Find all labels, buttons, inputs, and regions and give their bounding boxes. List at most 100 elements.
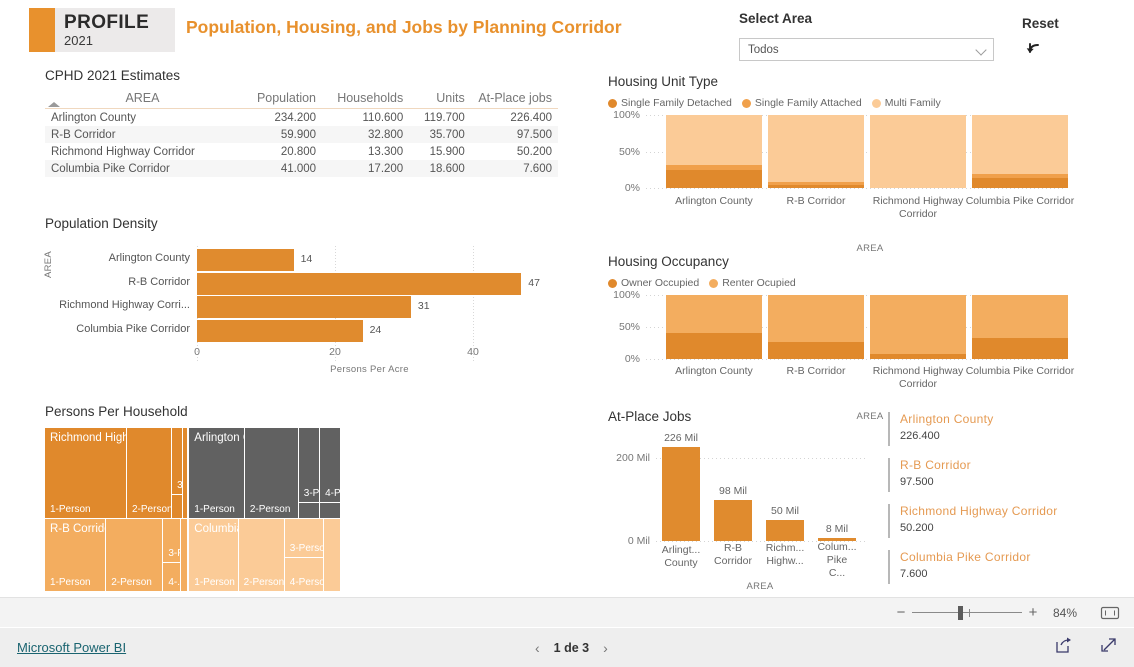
treemap-cell[interactable]: Columbia Pike Corridor 1-Person	[189, 519, 239, 592]
stack-segment[interactable]	[666, 165, 762, 170]
legend-item[interactable]: Multi Family	[871, 97, 941, 109]
column-header-jobs[interactable]: At-Place jobs	[471, 91, 558, 109]
fit-to-page-button[interactable]	[1100, 605, 1120, 621]
stacked-column[interactable]	[870, 295, 966, 359]
y-axis-tick-label: 50%	[618, 145, 640, 158]
bar-category-label: R-B Corridor	[128, 275, 190, 288]
treemap-cell[interactable]	[180, 519, 188, 592]
stack-segment[interactable]	[972, 177, 1068, 188]
fullscreen-button[interactable]	[1099, 636, 1118, 660]
stacked-column[interactable]	[870, 115, 966, 188]
stack-segment[interactable]	[666, 332, 762, 359]
zoom-out-button[interactable]: −	[892, 604, 910, 621]
stack-segment[interactable]	[972, 115, 1068, 175]
stack-segment[interactable]	[870, 353, 966, 359]
stack-segment[interactable]	[768, 115, 864, 183]
treemap-cell[interactable]: Richmond Highway Corridor 1-Person	[45, 428, 127, 520]
treemap-cell[interactable]: 2-Person	[127, 428, 173, 520]
treemap-cell[interactable]: 2-Person	[244, 428, 299, 520]
stack-segment[interactable]	[972, 337, 1068, 359]
stacked-column[interactable]	[768, 115, 864, 188]
reset-button[interactable]	[1024, 38, 1046, 60]
powerbi-link[interactable]: Microsoft Power BI	[17, 640, 126, 655]
bar-value-label: 226 Mil	[664, 431, 698, 444]
bar-fill[interactable]	[197, 272, 522, 295]
next-page-button[interactable]: ›	[603, 640, 608, 656]
bar-fill[interactable]	[197, 296, 411, 318]
stacked-column[interactable]	[972, 295, 1068, 359]
housing-occupancy-legend[interactable]: Owner Occupied Renter Ocupied	[608, 277, 1078, 289]
treemap-cell[interactable]: 3-Pe...	[298, 428, 321, 503]
stack-segment[interactable]	[768, 182, 864, 186]
bar-fill[interactable]	[197, 319, 363, 342]
share-button[interactable]	[1054, 636, 1073, 660]
stack-segment[interactable]	[666, 115, 762, 166]
bar-fill[interactable]	[197, 249, 294, 271]
treemap-cell[interactable]: 4-Person	[284, 558, 324, 592]
legend-label: Single Family Attached	[754, 97, 862, 109]
zoom-slider[interactable]	[912, 605, 1022, 620]
kpi-card[interactable]: Richmond Highway Corridor 50.200	[888, 504, 1128, 538]
stack-segment[interactable]	[870, 115, 966, 188]
housing-occupancy-visual: Housing Occupancy Owner Occupied Renter O…	[608, 254, 1078, 422]
treemap-cell[interactable]: 4-...	[163, 563, 181, 592]
treemap-cell[interactable]: 3-...	[172, 428, 184, 496]
stack-segment[interactable]	[870, 295, 966, 354]
stacked-column[interactable]	[666, 115, 762, 188]
kpi-card-value: 97.500	[900, 476, 934, 488]
legend-item[interactable]: Single Family Attached	[741, 97, 862, 109]
bar-row[interactable]: R-B Corridor 47	[128, 272, 542, 295]
treemap-cell[interactable]: R-B Corridor 1-Person	[45, 519, 107, 592]
treemap-cell[interactable]: 3-Person	[284, 519, 324, 559]
stacked-column[interactable]	[666, 295, 762, 359]
treemap-cell[interactable]: 2-Person	[238, 519, 285, 592]
stack-segment[interactable]	[972, 174, 1068, 178]
bar-column[interactable]: 98 Mil R-B Corridor	[714, 485, 752, 567]
treemap-cell[interactable]: 4-P...	[320, 428, 341, 503]
legend-item[interactable]: Renter Ocupied	[709, 277, 796, 289]
bar-column[interactable]: 50 Mil Richm... Highw...	[766, 505, 805, 566]
persons-per-household-treemap[interactable]: Richmond Highway Corridor 1-Person 2-Perso…	[45, 428, 564, 592]
bar-row[interactable]: Richmond Highway Corri... 31	[59, 296, 542, 318]
column-header-households[interactable]: Households	[322, 91, 409, 109]
stacked-column[interactable]	[972, 115, 1068, 188]
treemap-cell[interactable]: 2-Person	[106, 519, 164, 592]
bar-row[interactable]: Columbia Pike Corridor 24	[76, 319, 542, 342]
previous-page-button[interactable]: ‹	[535, 640, 540, 656]
housing-unit-type-legend[interactable]: Single Family Detached Single Family Atta…	[608, 97, 1078, 109]
stack-segment[interactable]	[768, 342, 864, 359]
kpi-card[interactable]: R-B Corridor 97.500	[888, 458, 1128, 492]
kpi-card[interactable]: Columbia Pike Corridor 7.600	[888, 550, 1128, 584]
treemap-cell[interactable]	[320, 502, 341, 519]
treemap-cell[interactable]	[172, 495, 184, 519]
stack-segment[interactable]	[666, 169, 762, 188]
table-row[interactable]: R-B Corridor 59.900 32.800 35.700 97.500	[45, 126, 558, 143]
kpi-card[interactable]: Arlington County 226.400	[888, 412, 1128, 446]
legend-item[interactable]: Single Family Detached	[608, 97, 732, 109]
zoom-slider-handle[interactable]	[958, 605, 963, 620]
treemap-cell[interactable]: 3-Pe...	[163, 519, 181, 564]
table-row[interactable]: Richmond Highway Corridor 20.800 13.300 15.…	[45, 143, 558, 160]
treemap-cell[interactable]	[323, 519, 341, 592]
zoom-in-button[interactable]: +	[1024, 604, 1042, 621]
estimates-table[interactable]: AREA Population Households Units At-Plac…	[45, 91, 558, 177]
treemap-cell[interactable]	[183, 428, 188, 520]
table-cell-households: 17.200	[368, 162, 404, 175]
treemap-cell[interactable]: Arlington County 1-Person	[189, 428, 245, 520]
stack-segment[interactable]	[768, 185, 864, 188]
column-header-units[interactable]: Units	[409, 91, 471, 109]
column-header-population[interactable]: Population	[240, 91, 322, 109]
legend-item[interactable]: Owner Occupied	[608, 277, 699, 289]
column-header-area[interactable]: AREA	[45, 91, 240, 109]
bar-column[interactable]: 226 Mil Arlingt... County	[662, 432, 701, 569]
select-area-dropdown[interactable]: Todos	[739, 38, 994, 61]
table-row[interactable]: Columbia Pike Corridor 41.000 17.200 18.600…	[45, 160, 558, 177]
bar-row[interactable]: Arlington County 14	[109, 249, 542, 271]
stack-segment[interactable]	[972, 295, 1068, 338]
table-row[interactable]: Arlington County 234.200 110.600 119.700 226…	[45, 108, 558, 126]
stack-segment[interactable]	[666, 295, 762, 333]
bar-column[interactable]: 8 Mil Colum... Pike C...	[817, 523, 856, 579]
stack-segment[interactable]	[768, 295, 864, 343]
treemap-cell[interactable]	[298, 502, 321, 519]
stacked-column[interactable]	[768, 295, 864, 359]
